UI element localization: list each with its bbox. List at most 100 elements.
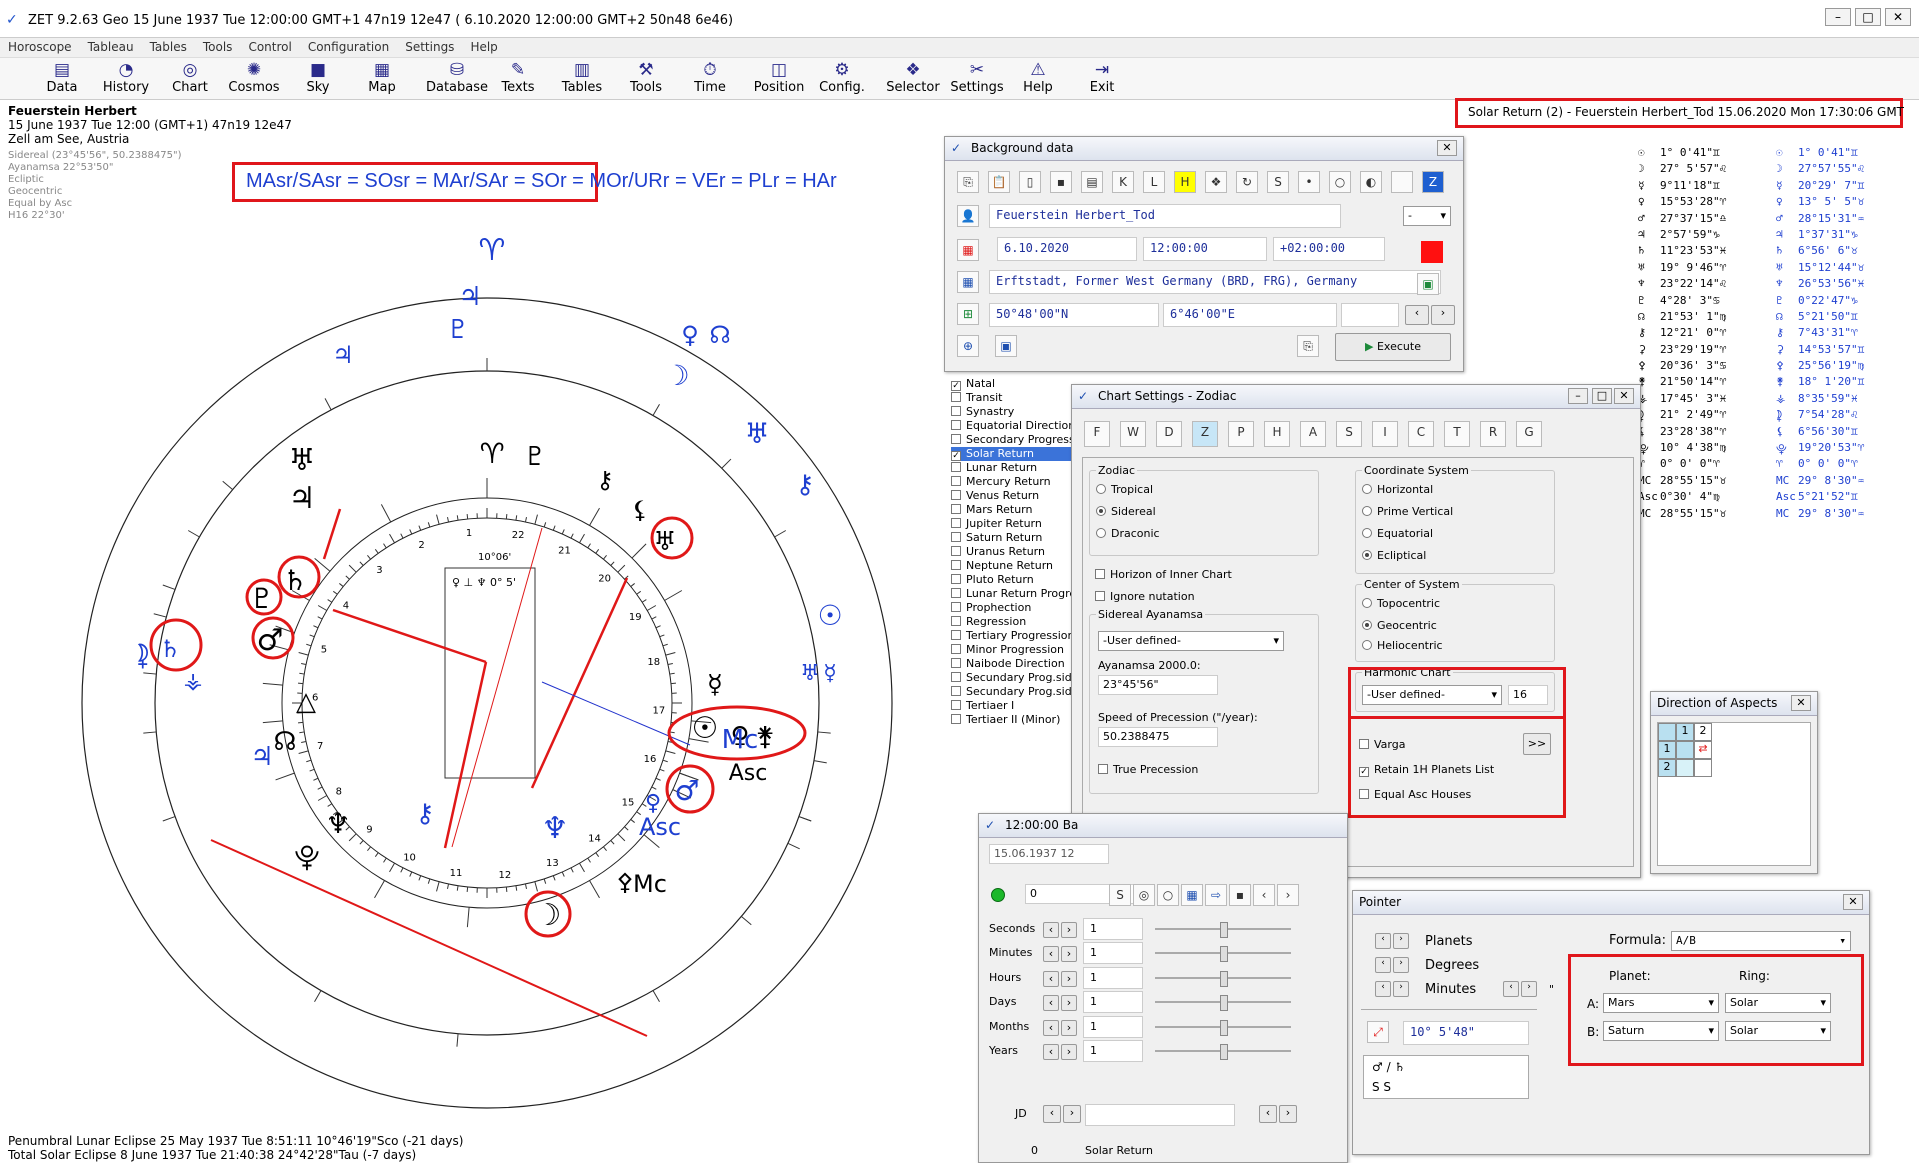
toolbar-position-button[interactable]: ◫ Position	[742, 60, 816, 95]
save-icon[interactable]: ▪	[1050, 171, 1072, 193]
menu-control[interactable]: Control	[240, 38, 299, 57]
settings-tab-f[interactable]: F	[1084, 421, 1110, 447]
settings-tab-i[interactable]: I	[1372, 421, 1398, 447]
zodiac-tropical-radio[interactable]: Tropical	[1096, 483, 1153, 496]
aspect-cell-1-1[interactable]	[1676, 741, 1694, 759]
chart-type-item[interactable]: Minor Progression	[951, 643, 1071, 657]
l-icon[interactable]: L	[1143, 171, 1165, 193]
time-step-up[interactable]: ›	[1061, 970, 1077, 987]
chart-type-item[interactable]: Regression	[951, 615, 1071, 629]
person-icon[interactable]: 👤	[957, 205, 979, 227]
z-icon[interactable]: Z	[1422, 171, 1444, 193]
time-step-slider[interactable]	[1155, 1019, 1291, 1036]
center-heliocentric-radio[interactable]: Heliocentric	[1362, 639, 1443, 652]
time-step-value[interactable]: 1	[1083, 1015, 1143, 1038]
next-icon[interactable]: ›	[1277, 884, 1299, 906]
toolbar-history-button[interactable]: ◔ History	[94, 60, 158, 95]
maximize-button[interactable]: □	[1855, 8, 1881, 26]
selector-icon[interactable]: ❖	[1205, 171, 1227, 193]
settings-tab-a[interactable]: A	[1300, 421, 1326, 447]
menu-tools[interactable]: Tools	[195, 38, 241, 57]
prev-icon[interactable]: ‹	[1253, 884, 1275, 906]
chart-type-item[interactable]: Venus Return	[951, 489, 1071, 503]
chart-type-item[interactable]: Saturn Return	[951, 531, 1071, 545]
time-step-down[interactable]: ‹	[1043, 946, 1059, 963]
coord-equatorial-radio[interactable]: Equatorial	[1362, 527, 1433, 540]
settings-tab-z[interactable]: Z	[1192, 421, 1218, 447]
toolbar-selector-button[interactable]: ❖ Selector	[876, 60, 950, 95]
menu-tableau[interactable]: Tableau	[80, 38, 142, 57]
chart-type-item[interactable]: Neptune Return	[951, 559, 1071, 573]
zodiac-draconic-radio[interactable]: Draconic	[1096, 527, 1160, 540]
blank-icon[interactable]	[1391, 171, 1413, 193]
toolbar-tools-button[interactable]: ⚒ Tools	[614, 60, 678, 95]
chart-type-item[interactable]: Pluto Return	[951, 573, 1071, 587]
jd-field[interactable]	[1085, 1104, 1235, 1126]
close-icon[interactable]: ✕	[1437, 140, 1457, 156]
s-icon[interactable]: S	[1267, 171, 1289, 193]
time-step-value[interactable]: 1	[1083, 991, 1143, 1014]
chart-type-item[interactable]: Secundary Prog.sid-c	[951, 685, 1082, 699]
time-step-slider[interactable]	[1155, 995, 1291, 1012]
time-step-value[interactable]: 1	[1083, 1040, 1143, 1062]
zodiac-sidereal-radio[interactable]: Sidereal	[1096, 505, 1156, 518]
toolbar-map-button[interactable]: ▦ Map	[350, 60, 414, 95]
menu-tables[interactable]: Tables	[142, 38, 195, 57]
chart-type-item[interactable]: Lunar Return Progress.	[951, 587, 1091, 601]
coord-ecliptical-radio[interactable]: Ecliptical	[1362, 549, 1426, 562]
pointer-tool-icon[interactable]: ⤢	[1367, 1021, 1389, 1043]
planets-next-button[interactable]: ›	[1393, 933, 1409, 949]
menu-help[interactable]: Help	[462, 38, 505, 57]
aspect-cell-2-2[interactable]	[1694, 759, 1712, 777]
toolbar-settings-button[interactable]: ✂ Settings	[940, 60, 1014, 95]
chart-type-item[interactable]: Secondary Progression	[951, 433, 1091, 447]
menu-settings[interactable]: Settings	[397, 38, 462, 57]
time-step-value[interactable]: 1	[1083, 942, 1143, 965]
time-step-slider[interactable]	[1155, 1044, 1291, 1060]
toolbar-time-button[interactable]: ⏱ Time	[678, 60, 742, 95]
toolbar-cosmos-button[interactable]: ✺ Cosmos	[222, 60, 286, 95]
close-icon[interactable]: ✕	[1791, 695, 1811, 711]
center-geocentric-radio[interactable]: Geocentric	[1362, 619, 1437, 632]
aspect-cell-1-2[interactable]: ⇄	[1694, 741, 1712, 759]
coord-prime-vertical-radio[interactable]: Prime Vertical	[1362, 505, 1453, 518]
chart-type-item[interactable]: Naibode Direction	[951, 657, 1071, 671]
settings-tab-h[interactable]: H	[1264, 421, 1290, 447]
prev-button[interactable]: ‹	[1405, 305, 1429, 325]
globe-icon[interactable]: ⊕	[957, 335, 979, 357]
close-icon[interactable]: ✕	[1614, 388, 1634, 404]
toolbar-help-button[interactable]: ⚠ Help	[1006, 60, 1070, 95]
close-icon[interactable]: ✕	[1843, 894, 1863, 910]
time-step-value[interactable]: 1	[1083, 918, 1143, 940]
minutes2-next-button[interactable]: ›	[1521, 981, 1537, 997]
jd2-prev-button[interactable]: ‹	[1259, 1105, 1277, 1123]
chart-type-item[interactable]: Equatorial Direction	[951, 419, 1075, 433]
timezone-field[interactable]: +02:00:00	[1273, 237, 1385, 261]
settings-tab-c[interactable]: C	[1408, 421, 1434, 447]
toolbar-data-button[interactable]: ▤ Data	[30, 60, 94, 95]
time-step-up[interactable]: ›	[1061, 946, 1077, 963]
minutes-prev-button[interactable]: ‹	[1375, 981, 1391, 997]
pointer-value-field[interactable]: 10° 5'48"	[1403, 1021, 1529, 1045]
place-field[interactable]: Erftstadt, Former West Germany (BRD, FRG…	[989, 270, 1441, 294]
time-step-down[interactable]: ‹	[1043, 1019, 1059, 1036]
cycle-icon[interactable]: ↻	[1236, 171, 1258, 193]
chart-type-item[interactable]: Lunar Return	[951, 461, 1071, 475]
next-button[interactable]: ›	[1431, 305, 1455, 325]
menu-configuration[interactable]: Configuration	[300, 38, 397, 57]
circle-icon[interactable]: ○	[1329, 171, 1351, 193]
altitude-field[interactable]	[1341, 303, 1399, 327]
settings-tab-t[interactable]: T	[1444, 421, 1470, 447]
horizon-inner-checkbox[interactable]: Horizon of Inner Chart	[1095, 568, 1232, 581]
time-step-up[interactable]: ›	[1061, 1019, 1077, 1036]
jd-prev-button[interactable]: ‹	[1043, 1105, 1061, 1123]
time-step-down[interactable]: ‹	[1043, 1044, 1059, 1060]
color-indicator[interactable]	[1421, 241, 1443, 263]
circle-icon[interactable]: ○	[1157, 884, 1179, 906]
toolbar-chart-button[interactable]: ◎ Chart	[158, 60, 222, 95]
formula-select[interactable]: A/B	[1671, 931, 1851, 951]
ayanamsa-2000-field[interactable]: 23°45'56"	[1098, 675, 1218, 695]
toolbar-sky-button[interactable]: ■ Sky	[286, 60, 350, 95]
h-icon[interactable]: H	[1174, 171, 1196, 193]
toolbar-exit-button[interactable]: ⇥ Exit	[1070, 60, 1134, 95]
